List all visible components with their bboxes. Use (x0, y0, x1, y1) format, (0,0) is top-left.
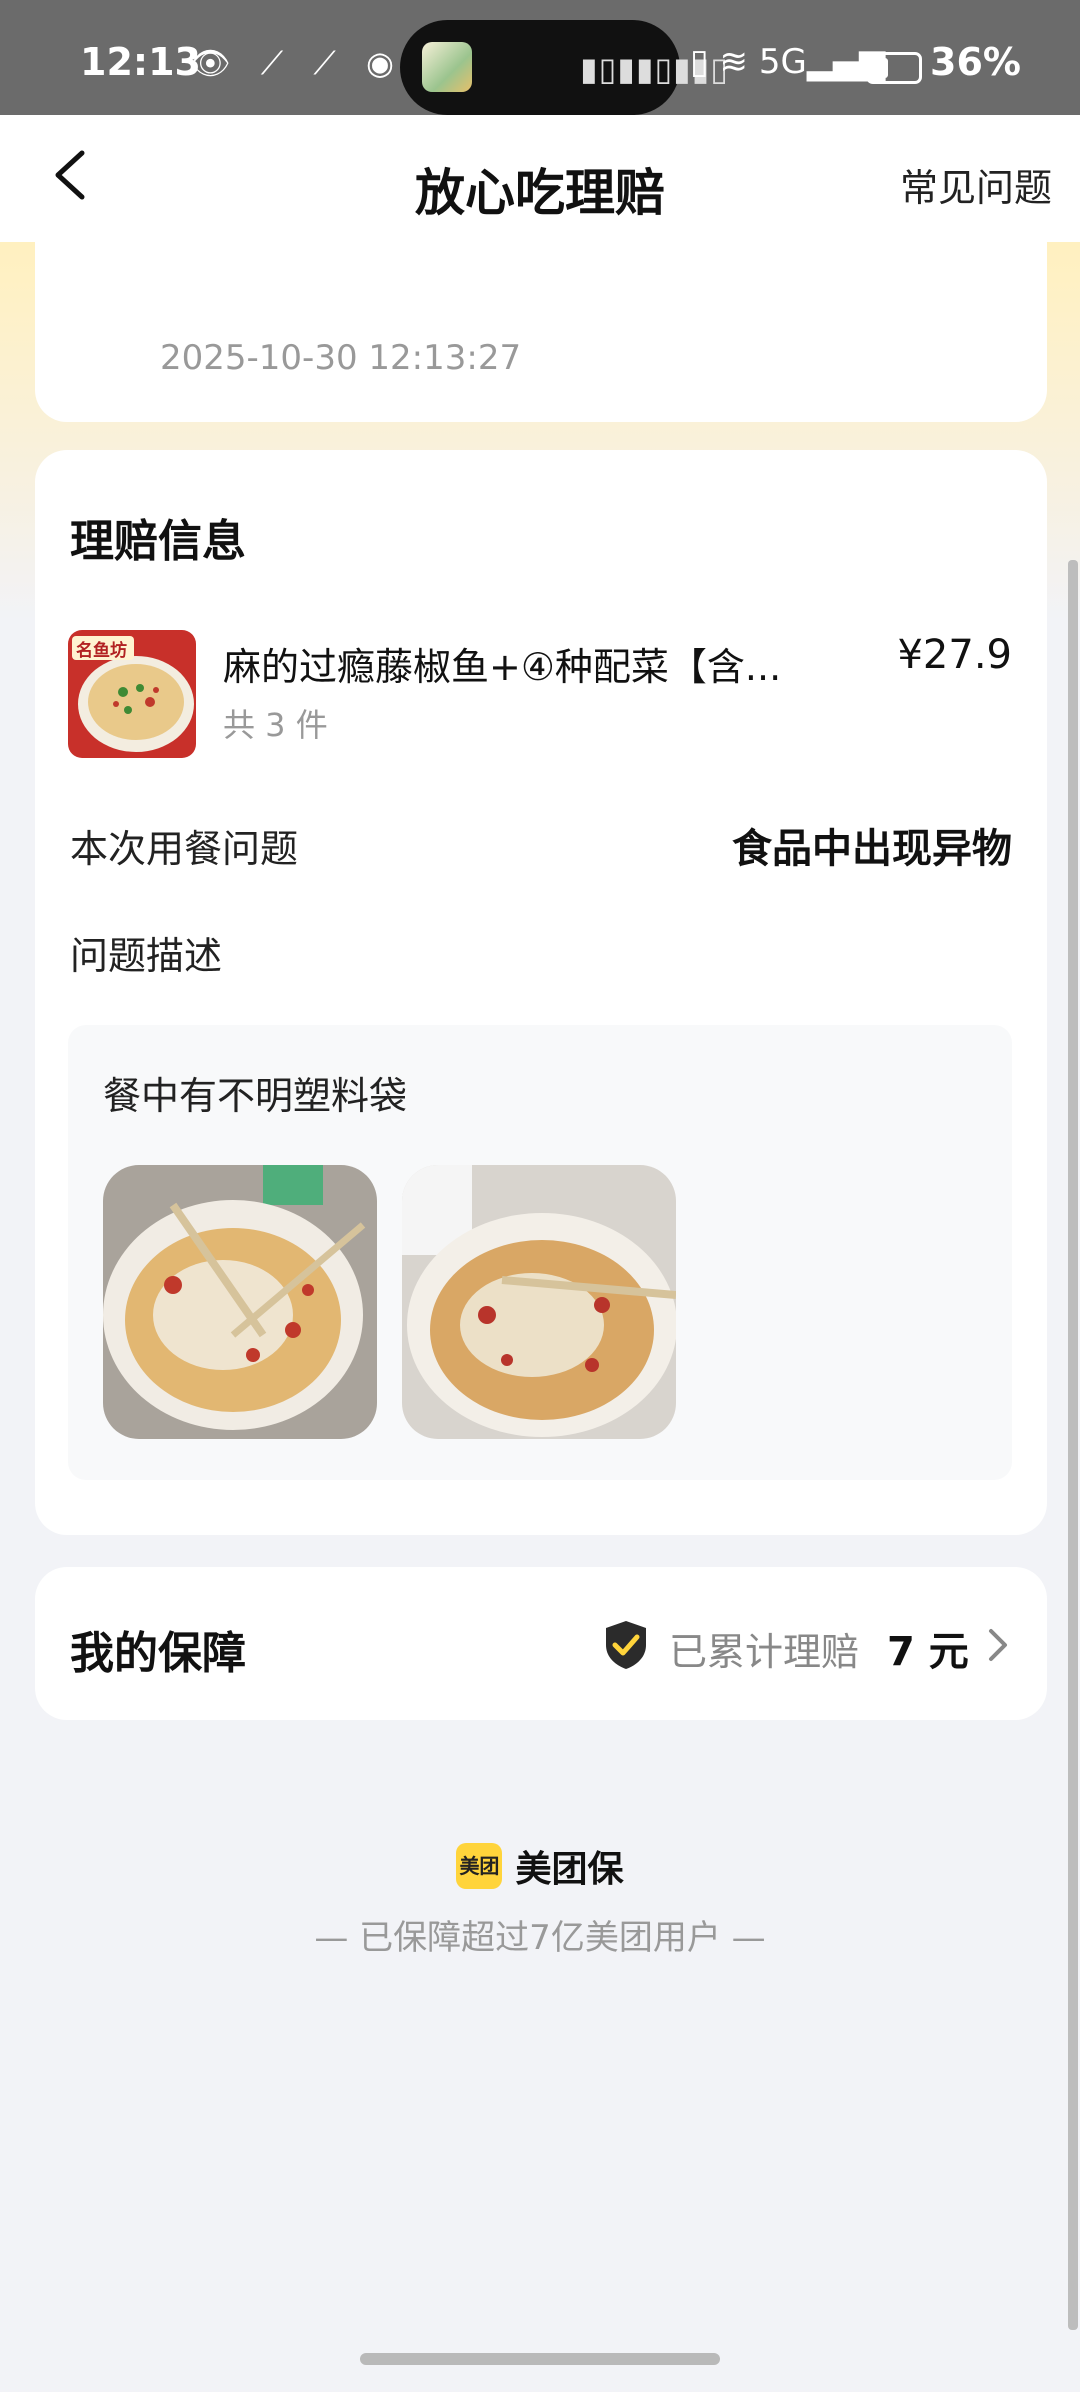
evidence-photo[interactable] (402, 1165, 676, 1439)
chevron-right-icon (989, 1629, 1007, 1661)
meituan-badge-icon: 美团 (456, 1843, 503, 1889)
status-timestamp: 2025-10-30 12:13:27 (160, 338, 522, 378)
notification-icons: 👁 ⟋ ⟋ ◉ (190, 44, 404, 82)
guarantee-label: 已累计理赔 (669, 1630, 860, 1674)
product-name[interactable]: 麻的过瘾藤椒鱼+④种配菜【含... (223, 636, 843, 691)
status-time: 12:13 (80, 40, 201, 84)
guarantee-card[interactable]: 我的保障 已累计理赔 7 元 (35, 1567, 1047, 1720)
shop-badge: 名鱼坊 (76, 641, 127, 661)
status-bar: 12:13 👁 ⟋ ⟋ ◉ ▮▯▮▮▯▮▮▯ ▯ ≋ 5G▂▄▆ 36% (0, 0, 1080, 115)
claim-info-card: 理赔信息 名鱼坊 麻的过瘾藤椒鱼+④种配菜【含... 共 3 件 ¥27.9 本… (35, 450, 1047, 1535)
issue-value: 食品中出现异物 (732, 826, 1012, 872)
home-indicator[interactable] (360, 2353, 720, 2365)
product-price: ¥27.9 (897, 632, 1012, 678)
description-label: 问题描述 (70, 934, 223, 978)
scrollbar[interactable] (1068, 560, 1078, 2330)
guarantee-amount: 7 元 (887, 1629, 969, 1675)
brand-tagline: — 已保障超过7亿美团用户 — (314, 1918, 766, 1958)
faq-link[interactable]: 常见问题 (900, 157, 1052, 212)
description-text: 餐中有不明塑料袋 (103, 1074, 408, 1118)
shield-check-icon (606, 1621, 646, 1669)
evidence-photo[interactable] (103, 1165, 377, 1439)
guarantee-title: 我的保障 (70, 1628, 246, 1679)
product-image[interactable]: 名鱼坊 (68, 630, 196, 758)
description-box: 餐中有不明塑料袋 (68, 1025, 1012, 1480)
battery-percent: 36% (930, 40, 1021, 84)
brand-name: 美团保 (515, 1849, 624, 1890)
nav-bar: 放心吃理赔 常见问题 (0, 115, 1080, 242)
media-thumbnail (422, 42, 472, 92)
battery-icon (866, 52, 922, 84)
product-count: 共 3 件 (223, 706, 328, 744)
signal-icons: ▯ ≋ 5G▂▄▆ (690, 42, 886, 82)
network-type: 5G (758, 42, 807, 82)
issue-label: 本次用餐问题 (70, 827, 299, 871)
claim-info-title: 理赔信息 (70, 516, 246, 567)
brand-logo: 美团 美团保 (0, 1840, 1080, 1892)
dynamic-island[interactable]: ▮▯▮▮▯▮▮▯ (400, 20, 728, 115)
